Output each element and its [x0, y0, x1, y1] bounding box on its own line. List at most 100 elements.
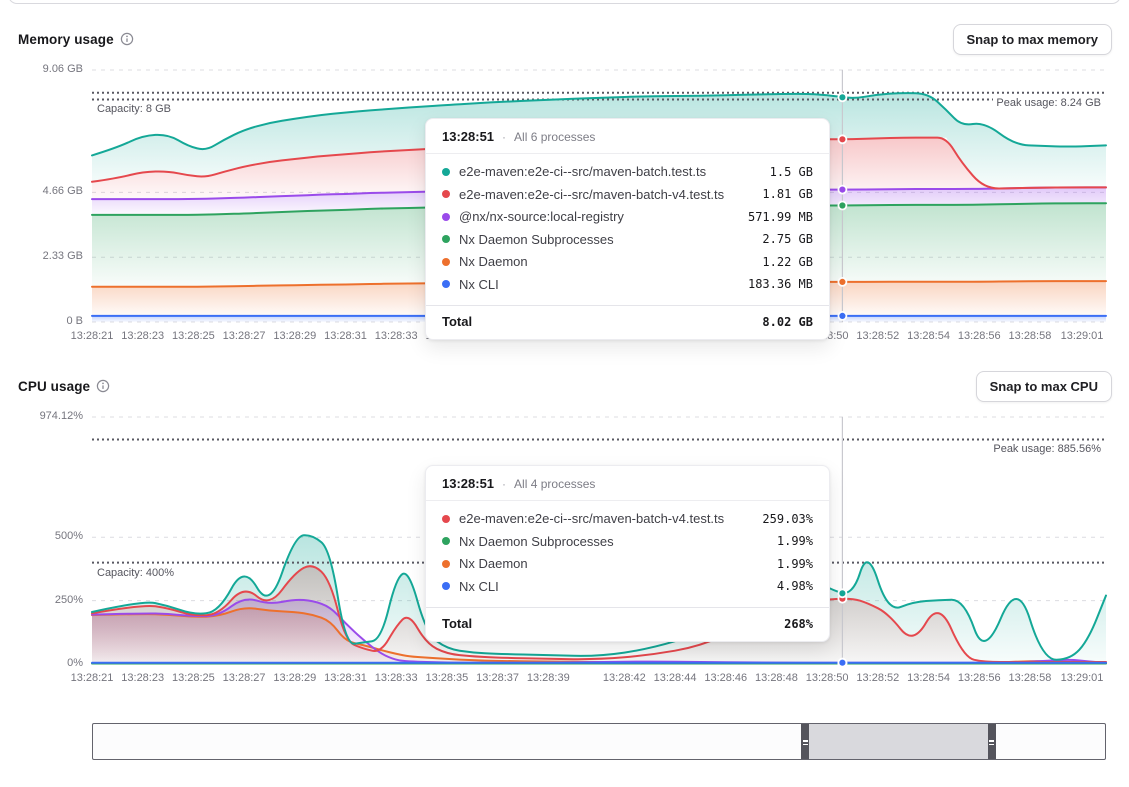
x-axis-label: 13:28:33	[375, 672, 418, 684]
cpu-section-header: CPU usage Snap to max CPU	[18, 371, 1112, 401]
cpu-capacity-label: Capacity: 400%	[97, 567, 174, 579]
tooltip-subtitle: All 6 processes	[514, 130, 595, 144]
brush-selection[interactable]	[801, 724, 995, 759]
memory-chart-tooltip: 13:28:51 · All 6 processes e2e-maven:e2e…	[425, 118, 830, 340]
tooltip-separator: ·	[502, 477, 506, 491]
tooltip-row: e2e-maven:e2e-ci--src/maven-batch-v4.tes…	[442, 511, 813, 526]
tooltip-row: e2e-maven:e2e-ci--src/maven-batch-v4.tes…	[442, 187, 813, 202]
info-icon[interactable]	[96, 379, 110, 393]
cpu-usage-title: CPU usage	[18, 379, 90, 394]
x-axis-label: 13:28:39	[527, 672, 570, 684]
memory-usage-chart[interactable]: Capacity: 8 GB Peak usage: 8.24 GB 13:28…	[92, 70, 1106, 322]
process-name: @nx/nx-source:local-registry	[459, 209, 748, 224]
brush-handle-left[interactable]	[801, 724, 809, 759]
process-value: 183.36 MB	[748, 277, 813, 291]
brush-handle-right[interactable]	[988, 724, 996, 759]
process-value: 259.03%	[762, 512, 813, 526]
x-axis-label: 13:28:31	[324, 330, 367, 342]
process-name: Nx CLI	[459, 579, 777, 594]
cpu-chart-tooltip: 13:28:51 · All 4 processes e2e-maven:e2e…	[425, 465, 830, 642]
y-axis-label: 0 B	[66, 315, 83, 327]
x-axis-label: 13:29:01	[1061, 672, 1104, 684]
tooltip-rows: e2e-maven:e2e-ci--src/maven-batch.test.t…	[426, 154, 829, 303]
x-axis-label: 13:28:27	[223, 672, 266, 684]
series-color-dot	[442, 168, 450, 176]
series-color-dot	[442, 258, 450, 266]
process-name: Nx Daemon	[459, 254, 762, 269]
x-axis-label: 13:28:37	[476, 672, 519, 684]
tooltip-total-label: Total	[442, 616, 472, 631]
process-name: e2e-maven:e2e-ci--src/maven-batch-v4.tes…	[459, 511, 762, 526]
y-axis-label: 2.33 GB	[43, 250, 83, 262]
x-axis-label: 13:28:33	[375, 330, 418, 342]
x-axis-label: 13:28:54	[907, 672, 950, 684]
x-axis-label: 13:28:29	[273, 330, 316, 342]
series-color-dot	[442, 235, 450, 243]
process-value: 1.99%	[777, 534, 813, 548]
series-color-dot	[442, 190, 450, 198]
process-value: 2.75 GB	[762, 232, 813, 246]
tooltip-header: 13:28:51 · All 4 processes	[426, 466, 829, 501]
x-axis-label: 13:28:46	[704, 672, 747, 684]
process-name: Nx Daemon	[459, 556, 777, 571]
cpu-usage-chart[interactable]: Capacity: 400% Peak usage: 885.56% 13:28…	[92, 417, 1106, 664]
memory-peak-label: Peak usage: 8.24 GB	[993, 97, 1104, 109]
cpu-peak-label: Peak usage: 885.56%	[990, 443, 1104, 455]
cpu-x-axis: 13:28:2113:28:2313:28:2513:28:2713:28:29…	[92, 672, 1106, 688]
series-color-dot	[442, 213, 450, 221]
tooltip-time: 13:28:51	[442, 476, 494, 491]
series-color-dot	[442, 537, 450, 545]
process-value: 1.22 GB	[762, 255, 813, 269]
x-axis-label: 13:28:56	[958, 330, 1001, 342]
x-axis-label: 13:28:23	[121, 330, 164, 342]
y-axis-label: 9.06 GB	[43, 63, 83, 75]
y-axis-label: 250%	[55, 594, 83, 606]
process-name: Nx Daemon Subprocesses	[459, 232, 762, 247]
process-name: e2e-maven:e2e-ci--src/maven-batch-v4.tes…	[459, 187, 762, 202]
tooltip-header: 13:28:51 · All 6 processes	[426, 119, 829, 154]
x-axis-label: 13:29:01	[1061, 330, 1104, 342]
series-color-dot	[442, 515, 450, 523]
series-color-dot	[442, 560, 450, 568]
tooltip-row: Nx Daemon Subprocesses2.75 GB	[442, 232, 813, 247]
x-axis-label: 13:28:56	[958, 672, 1001, 684]
tooltip-total-value: 268%	[784, 617, 813, 631]
x-axis-label: 13:28:35	[425, 672, 468, 684]
process-value: 1.99%	[777, 557, 813, 571]
x-axis-label: 13:28:25	[172, 330, 215, 342]
timeline-brush[interactable]	[92, 723, 1106, 760]
x-axis-label: 13:28:52	[856, 330, 899, 342]
x-axis-label: 13:28:29	[273, 672, 316, 684]
tooltip-row: Nx Daemon1.22 GB	[442, 254, 813, 269]
y-axis-label: 0%	[67, 657, 83, 669]
tooltip-subtitle: All 4 processes	[514, 477, 595, 491]
x-axis-label: 13:28:54	[907, 330, 950, 342]
x-axis-label: 13:28:58	[1009, 672, 1052, 684]
x-axis-label: 13:28:44	[654, 672, 697, 684]
y-axis-label: 500%	[55, 530, 83, 542]
tooltip-separator: ·	[502, 130, 506, 144]
snap-to-max-cpu-button[interactable]: Snap to max CPU	[976, 371, 1112, 402]
tooltip-row: Nx CLI4.98%	[442, 579, 813, 594]
tooltip-total-label: Total	[442, 314, 472, 329]
info-icon[interactable]	[120, 32, 134, 46]
process-value: 571.99 MB	[748, 210, 813, 224]
tooltip-row: e2e-maven:e2e-ci--src/maven-batch.test.t…	[442, 164, 813, 179]
y-axis-label: 4.66 GB	[43, 185, 83, 197]
x-axis-label: 13:28:50	[806, 672, 849, 684]
process-name: Nx CLI	[459, 277, 748, 292]
tooltip-row: Nx CLI183.36 MB	[442, 277, 813, 292]
y-axis-label: 974.12%	[40, 410, 83, 422]
tooltip-row: Nx Daemon1.99%	[442, 556, 813, 571]
tooltip-time: 13:28:51	[442, 129, 494, 144]
memory-section-header: Memory usage Snap to max memory	[18, 24, 1112, 54]
snap-to-max-memory-button[interactable]: Snap to max memory	[953, 24, 1113, 55]
memory-usage-title: Memory usage	[18, 32, 114, 47]
tooltip-total-row: Total 8.02 GB	[426, 305, 829, 339]
x-axis-label: 13:28:21	[71, 672, 114, 684]
x-axis-label: 13:28:48	[755, 672, 798, 684]
x-axis-label: 13:28:21	[71, 330, 114, 342]
tooltip-row: @nx/nx-source:local-registry571.99 MB	[442, 209, 813, 224]
header-card-bottom-edge	[8, 0, 1121, 4]
process-value: 1.5 GB	[770, 165, 813, 179]
